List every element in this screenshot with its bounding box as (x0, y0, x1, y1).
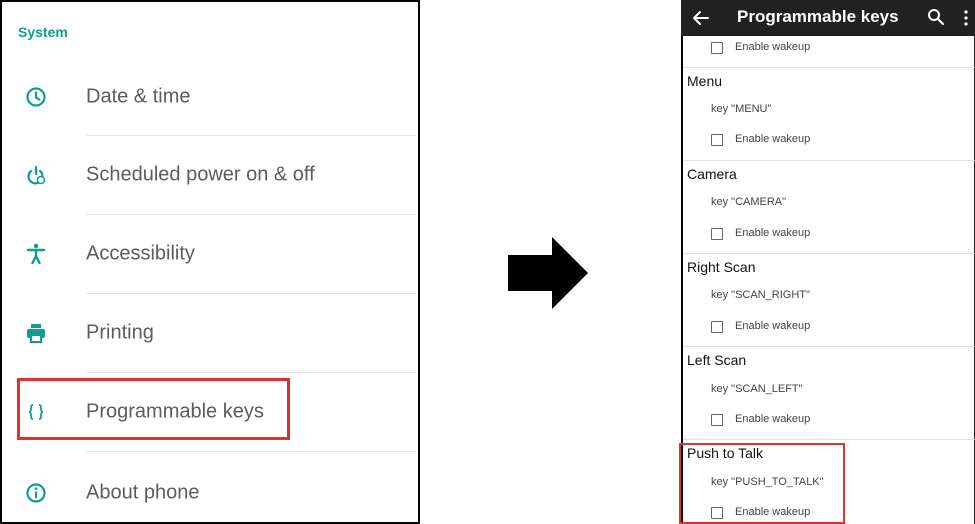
power-schedule-icon (27, 165, 46, 185)
system-settings-panel: System Date & time Scheduled power on & … (0, 0, 420, 524)
clock-icon (26, 87, 46, 107)
printer-icon (27, 324, 45, 343)
key-code: key "CAMERA" (711, 196, 787, 208)
key-title-menu[interactable]: Menu (687, 73, 722, 89)
setting-scheduled-power[interactable]: Scheduled power on & off (2, 136, 418, 214)
setting-label: Printing (86, 321, 154, 344)
setting-about-phone[interactable]: About phone (2, 454, 418, 522)
highlight-box-push-to-talk (679, 443, 845, 524)
divider (683, 67, 975, 68)
arrow-left-icon[interactable] (691, 8, 711, 28)
setting-label: Date & time (86, 85, 191, 108)
section-title: System (18, 24, 68, 40)
setting-label: Scheduled power on & off (86, 163, 315, 186)
checkbox-label: Enable wakeup (735, 413, 811, 425)
checkbox-label: Enable wakeup (735, 41, 811, 53)
divider (683, 439, 975, 440)
setting-date-time[interactable]: Date & time (2, 58, 418, 136)
setting-label: About phone (86, 481, 200, 504)
divider (683, 160, 975, 161)
key-title-right-scan[interactable]: Right Scan (687, 259, 755, 275)
divider (86, 451, 416, 452)
checkbox-label: Enable wakeup (735, 227, 811, 239)
key-code: key "SCAN_LEFT" (711, 383, 803, 395)
app-bar-title: Programmable keys (737, 7, 899, 26)
setting-accessibility[interactable]: Accessibility (2, 215, 418, 293)
key-code: key "SCAN_RIGHT" (711, 289, 810, 301)
search-icon[interactable] (927, 8, 945, 26)
info-icon (26, 483, 46, 503)
more-vert-icon[interactable] (963, 10, 969, 26)
checkbox-icon[interactable] (711, 42, 723, 54)
key-title-left-scan[interactable]: Left Scan (687, 352, 746, 368)
app-bar: Programmable keys (681, 0, 975, 36)
setting-printing[interactable]: Printing (2, 294, 418, 372)
checkbox-label: Enable wakeup (735, 133, 811, 145)
highlight-box-programmable-keys (17, 378, 290, 440)
key-title-camera[interactable]: Camera (687, 166, 737, 182)
accessibility-icon (26, 243, 46, 265)
divider (683, 346, 975, 347)
key-code: key "MENU" (711, 103, 772, 115)
checkbox-icon[interactable] (711, 414, 723, 426)
right-arrow-icon (508, 237, 588, 309)
setting-label: Accessibility (86, 242, 195, 265)
checkbox-label: Enable wakeup (735, 320, 811, 332)
checkbox-icon[interactable] (711, 321, 723, 333)
checkbox-icon[interactable] (711, 228, 723, 240)
checkbox-icon[interactable] (711, 134, 723, 146)
divider (683, 253, 975, 254)
